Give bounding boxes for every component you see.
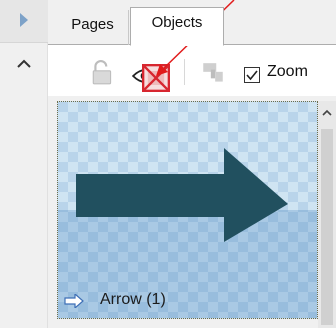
- side-panel-strip: [0, 0, 48, 328]
- scrollbar-thumb[interactable]: [321, 129, 333, 325]
- object-label: Arrow (1): [100, 291, 166, 308]
- zoom-label[interactable]: Zoom: [267, 63, 308, 81]
- copy-format-icon[interactable]: [200, 61, 226, 87]
- unlock-icon[interactable]: [90, 60, 116, 86]
- collapse-panel-button[interactable]: [0, 43, 48, 89]
- objects-toolbar: Zoom: [48, 45, 336, 95]
- triangle-right-icon: [20, 13, 28, 27]
- chevron-up-icon: [17, 59, 31, 68]
- toolbar-separator: [184, 59, 185, 85]
- vertical-scrollbar[interactable]: [318, 101, 336, 328]
- tab-pages[interactable]: Pages: [57, 10, 129, 46]
- objects-pane: Arrow (1): [48, 96, 336, 328]
- zoom-checkbox[interactable]: [244, 67, 260, 83]
- object-tile-footer: Arrow (1): [58, 284, 317, 318]
- hide-object-icon[interactable]: [142, 64, 170, 92]
- expand-panel-button[interactable]: [0, 0, 48, 43]
- scroll-up-icon[interactable]: [322, 109, 332, 116]
- object-tile-arrow[interactable]: Arrow (1): [57, 101, 318, 319]
- tab-bar: Pages Objects: [48, 0, 336, 46]
- tab-objects[interactable]: Objects: [130, 7, 224, 46]
- checkmark-icon: [246, 70, 258, 81]
- arrow-shape-icon: [64, 294, 84, 308]
